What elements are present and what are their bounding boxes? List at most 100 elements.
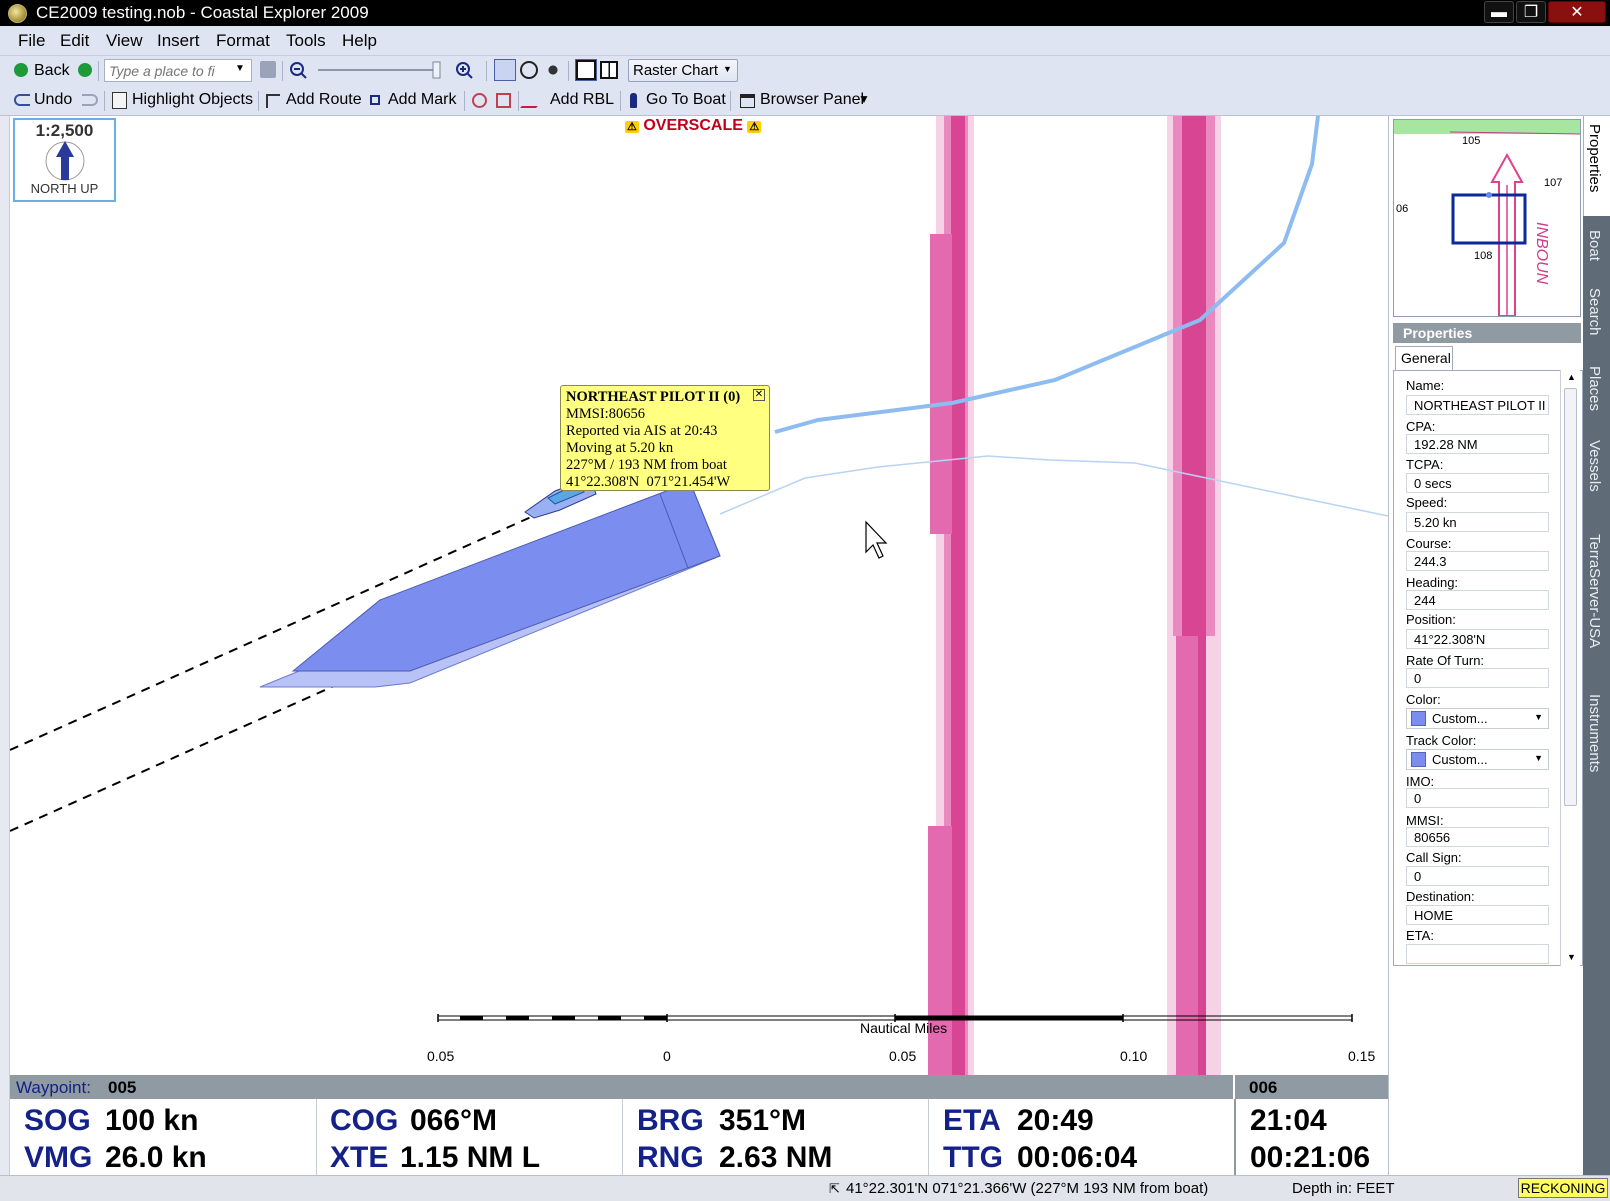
track-line: [719, 455, 1388, 517]
delete-icon[interactable]: [472, 93, 487, 108]
call-sign-field[interactable]: 0: [1406, 866, 1549, 886]
single-pane-icon[interactable]: [575, 59, 597, 81]
scale-orientation-box[interactable]: 1:2,500 NORTH UP: [13, 118, 116, 202]
tcpa-field[interactable]: 0 secs: [1406, 473, 1549, 493]
forward-arrow-icon[interactable]: [78, 63, 92, 77]
scroll-down-icon[interactable]: ▼: [1567, 952, 1576, 962]
restore-button[interactable]: ❐: [1516, 1, 1546, 23]
destination-field[interactable]: HOME: [1406, 905, 1549, 925]
rate-of-turn-field[interactable]: 0: [1406, 668, 1549, 688]
browser-panel-button[interactable]: Browser Panel: [760, 91, 864, 109]
back-button[interactable]: Back: [34, 62, 70, 80]
heading-field[interactable]: 244: [1406, 590, 1549, 610]
waypoint-current: 005: [108, 1078, 137, 1097]
place-search-input[interactable]: [109, 62, 229, 80]
menu-format[interactable]: Format: [216, 31, 270, 51]
eta-field[interactable]: [1406, 944, 1549, 964]
boat-icon[interactable]: [630, 93, 637, 108]
heading-label: Heading:: [1406, 575, 1459, 590]
chevron-down-icon[interactable]: ▼: [235, 63, 245, 74]
side-tab-vessels[interactable]: Vessels: [1586, 440, 1603, 492]
edit-toolbar: Undo Highlight Objects Add Route Add Mar…: [0, 86, 1610, 116]
color-select[interactable]: Custom... ▼: [1406, 708, 1549, 729]
side-tab-places[interactable]: Places: [1586, 366, 1603, 411]
left-splitter[interactable]: [0, 116, 10, 1175]
color-value: Custom...: [1432, 711, 1488, 726]
color-label: Color:: [1406, 692, 1441, 707]
sog-label: SOG: [24, 1104, 91, 1137]
ais-target-popup[interactable]: NORTHEAST PILOT II (0) ✕ MMSI:80656 Repo…: [560, 385, 770, 491]
add-mark-button[interactable]: Add Mark: [388, 91, 456, 109]
chevron-down-icon[interactable]: ▼: [858, 92, 870, 106]
name-field[interactable]: NORTHEAST PILOT II: [1406, 395, 1549, 415]
chevron-down-icon: ▼: [1534, 712, 1543, 722]
zoom-in-icon[interactable]: [456, 62, 473, 79]
chart-type-select[interactable]: Raster Chart ▼: [628, 59, 738, 82]
go-icon[interactable]: [260, 61, 276, 78]
close-icon[interactable]: ✕: [753, 389, 765, 401]
tab-general[interactable]: General: [1395, 346, 1453, 370]
waypoint-bar: Waypoint: 005: [10, 1075, 1388, 1099]
menu-view[interactable]: View: [106, 31, 143, 51]
properties-form: Name: NORTHEAST PILOT II CPA: 192.28 NM …: [1393, 370, 1583, 966]
menu-tools[interactable]: Tools: [286, 31, 326, 51]
course-field[interactable]: 244.3: [1406, 551, 1549, 571]
menu-edit[interactable]: Edit: [60, 31, 89, 51]
back-arrow-icon[interactable]: [14, 63, 28, 77]
highlight-objects-icon[interactable]: [112, 92, 127, 109]
scroll-up-icon[interactable]: ▲: [1567, 372, 1576, 382]
popup-title: NORTHEAST PILOT II (0): [566, 389, 741, 405]
side-tab-terraserver[interactable]: TerraServer-USA: [1586, 534, 1603, 648]
cpa-label: CPA:: [1406, 419, 1436, 434]
imo-field[interactable]: 0: [1406, 788, 1549, 808]
minimap-label: INBOUN: [1533, 222, 1550, 285]
redo-icon[interactable]: [82, 94, 98, 106]
overview-minimap[interactable]: 105 107 06 108 INBOUN: [1393, 119, 1581, 317]
separator: [486, 61, 487, 81]
cpa-field[interactable]: 192.28 NM: [1406, 434, 1549, 454]
close-button[interactable]: ✕: [1548, 1, 1606, 23]
chart-scale: 1:2,500: [35, 121, 94, 140]
side-tab-search[interactable]: Search: [1586, 288, 1603, 336]
go-to-boat-button[interactable]: Go To Boat: [646, 91, 726, 109]
chart-canvas[interactable]: [10, 116, 1388, 1075]
add-route-button[interactable]: Add Route: [286, 91, 362, 109]
rng-value: 2.63 NM: [719, 1141, 833, 1174]
browser-panel-icon[interactable]: [740, 94, 755, 108]
vmg-value: 26.0 kn: [105, 1141, 207, 1174]
position-field[interactable]: 41°22.308'N: [1406, 629, 1549, 649]
north-arrow-icon: [45, 141, 85, 181]
track-color-select[interactable]: Custom... ▼: [1406, 749, 1549, 770]
place-search-box[interactable]: ▼: [104, 59, 252, 82]
speed-field[interactable]: 5.20 kn: [1406, 512, 1549, 532]
add-route-icon[interactable]: [266, 94, 280, 108]
add-mark-icon[interactable]: [370, 95, 380, 105]
name-label: Name:: [1406, 378, 1445, 393]
mmsi-field[interactable]: 80656: [1406, 827, 1549, 847]
side-tab-boat[interactable]: Boat: [1586, 230, 1603, 261]
zoom-slider-thumb[interactable]: [432, 61, 441, 79]
separator: [104, 91, 105, 111]
zoom-out-icon[interactable]: [290, 62, 307, 79]
undo-button[interactable]: Undo: [34, 91, 72, 109]
pan-hand-icon[interactable]: [544, 61, 562, 79]
menu-file[interactable]: File: [18, 31, 45, 51]
erase-route-icon[interactable]: [496, 93, 511, 108]
rbl-icon[interactable]: [520, 94, 548, 108]
menu-insert[interactable]: Insert: [157, 31, 200, 51]
minimize-button[interactable]: ▬: [1484, 1, 1514, 23]
scalebar-label: 0.05: [427, 1048, 455, 1064]
add-rbl-button[interactable]: Add RBL: [550, 91, 614, 109]
select-pointer-icon[interactable]: [494, 59, 516, 81]
zoom-box-icon[interactable]: [520, 61, 538, 79]
side-tab-instruments[interactable]: Instruments: [1586, 694, 1603, 772]
side-tab-properties[interactable]: Properties: [1586, 124, 1603, 192]
undo-icon[interactable]: [14, 94, 30, 106]
scrollbar-thumb[interactable]: [1564, 388, 1577, 806]
split-pane-icon[interactable]: [600, 61, 618, 79]
menu-help[interactable]: Help: [342, 31, 377, 51]
highlight-objects-button[interactable]: Highlight Objects: [132, 91, 253, 109]
properties-scrollbar[interactable]: ▲ ▼: [1560, 370, 1580, 966]
route-line[interactable]: [774, 116, 1320, 434]
vmg-label: VMG: [24, 1141, 93, 1174]
